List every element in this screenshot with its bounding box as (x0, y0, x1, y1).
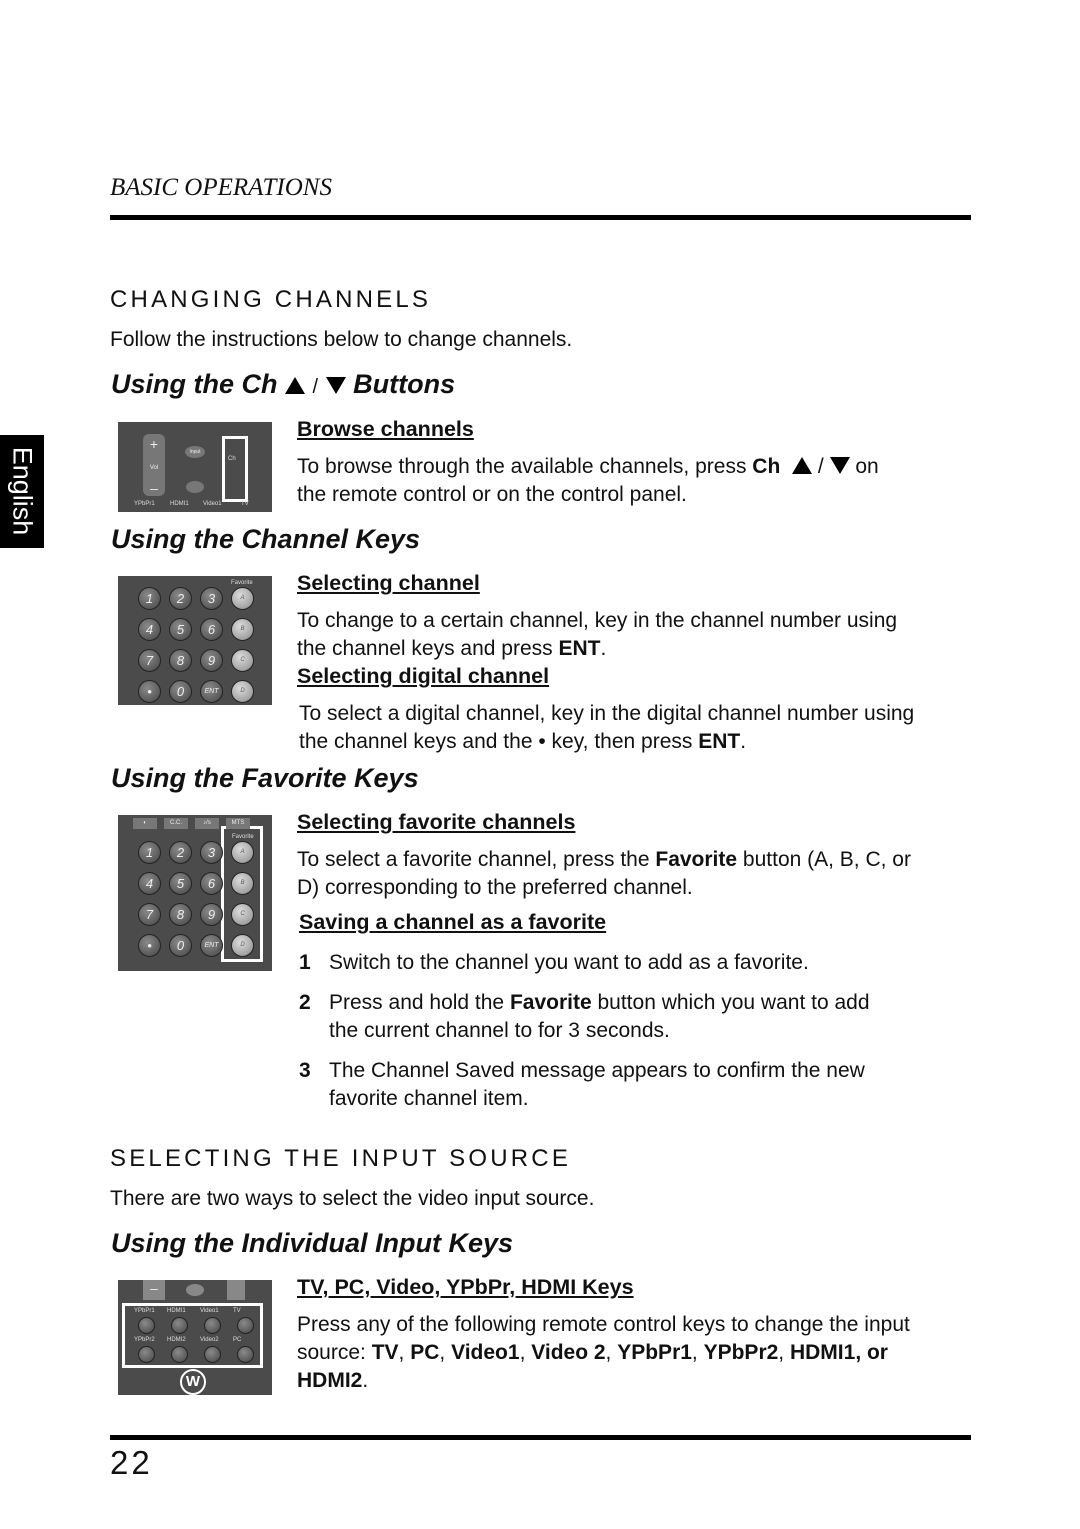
keypad-key: • (138, 934, 161, 957)
down-arrow-icon (829, 457, 850, 474)
input-key (138, 1346, 155, 1363)
input-key (171, 1317, 188, 1334)
input-key-label: Video1 (200, 1308, 219, 1314)
selecting-channel-text: To change to a certain channel, key in t… (297, 609, 898, 660)
keypad-key: 5 (169, 872, 192, 895)
up-arrow-icon (285, 377, 306, 394)
input-key-label: PC (233, 1337, 242, 1343)
keypad-key: A (231, 841, 254, 864)
remote-top-button: ♪/s (195, 818, 219, 829)
input-key (204, 1346, 221, 1363)
keypad-key: 6 (200, 872, 223, 895)
input-key-label: HDMI1 (167, 1308, 186, 1314)
keypad-key: ENT (200, 680, 223, 703)
intro-text: Follow the instructions below to change … (110, 328, 573, 351)
brand-logo: W (180, 1369, 206, 1395)
input-keys-text: Press any of the following remote contro… (297, 1313, 910, 1392)
remote-top-button: MTS (226, 818, 250, 829)
input-key-label: Video2 (200, 1337, 219, 1343)
selecting-favorite-text: To select a favorite channel, press the … (297, 848, 911, 899)
subheading-selecting-digital-channel: Selecting digital channel (297, 664, 550, 688)
input-key-label: YPbPr1 (134, 1308, 155, 1314)
input-key (171, 1346, 188, 1363)
subheading-selecting-channel: Selecting channel (297, 571, 480, 595)
ch-highlight (222, 436, 248, 502)
subheading-saving-favorite: Saving a channel as a favorite (299, 910, 607, 934)
browse-text: To browse through the available channels… (297, 455, 879, 506)
subheading-browse-channels: Browse channels (297, 417, 474, 441)
keypad-key: A (231, 587, 254, 610)
input-key-label: TV (233, 1308, 241, 1314)
input-key-label: YPbPr2 (134, 1337, 155, 1343)
keypad-key: D (231, 680, 254, 703)
remote-image-favorite: Favorite 1 2 3 A 4 5 6 B 7 8 9 C • 0 ENT D ◐ C.C. ♪/s MTS (118, 815, 272, 971)
header-rule (110, 215, 971, 220)
section-header: BASIC OPERATIONS (110, 174, 332, 201)
manual-page: BASIC OPERATIONS English CHANGING CHANNE… (0, 0, 1080, 1529)
section-title-input-source: SELECTING THE INPUT SOURCE (110, 1145, 572, 1172)
saving-steps: 1 Switch to the channel you want to add a… (299, 949, 979, 1113)
heading-channel-keys: Using the Channel Keys (111, 524, 421, 554)
selecting-digital-text: To select a digital channel, key in the … (299, 702, 915, 753)
keypad-key: 4 (138, 618, 161, 641)
keypad-key: 6 (200, 618, 223, 641)
input-key (237, 1317, 254, 1334)
keypad-key: ENT (200, 934, 223, 957)
input-key (237, 1346, 254, 1363)
keypad-key: 0 (169, 680, 192, 703)
keypad-key: B (231, 618, 254, 641)
down-arrow-icon (325, 377, 346, 394)
keypad-key: C (231, 903, 254, 926)
input-key (204, 1317, 221, 1334)
heading-input-keys: Using the Individual Input Keys (111, 1228, 514, 1258)
remote-top-button: ◐ (133, 818, 157, 829)
keypad-key: 5 (169, 618, 192, 641)
keypad-key: C (231, 649, 254, 672)
keypad-key: 9 (200, 649, 223, 672)
keypad-key: 3 (200, 841, 223, 864)
heading-favorite-keys: Using the Favorite Keys (111, 763, 419, 793)
keypad-key: 2 (169, 587, 192, 610)
keypad-key: 1 (138, 841, 161, 864)
input-key (138, 1317, 155, 1334)
keypad-key: 7 (138, 649, 161, 672)
section-title-changing-channels: CHANGING CHANNELS (110, 286, 432, 313)
language-tab: English (0, 435, 44, 548)
page-number: 22 (110, 1444, 153, 1481)
footer-rule (110, 1435, 971, 1440)
keypad-key: 8 (169, 649, 192, 672)
keypad-key: D (231, 934, 254, 957)
language-tab-label: English (7, 446, 38, 536)
keypad-key: B (231, 872, 254, 895)
keypad-key: 8 (169, 903, 192, 926)
input-key-label: HDMI2 (167, 1337, 186, 1343)
heading-ch-buttons: Using the Ch / Buttons (111, 369, 456, 399)
keypad-key: 4 (138, 872, 161, 895)
keypad-key: 2 (169, 841, 192, 864)
input-intro-text: There are two ways to select the video i… (110, 1187, 595, 1210)
up-arrow-icon (791, 457, 812, 474)
step: 3 The Channel Saved message appears to co… (299, 1059, 865, 1110)
remote-top-button: C.C. (164, 818, 188, 829)
keypad-key: 9 (200, 903, 223, 926)
keypad-key: 7 (138, 903, 161, 926)
keypad-key: 1 (138, 587, 161, 610)
remote-image-input: – W YPbPr1 HDMI1 Video1 TV YPbPr2 HDMI2 Video2… (118, 1280, 272, 1395)
step: 1 Switch to the channel you want to add a… (299, 951, 809, 974)
subheading-selecting-favorite: Selecting favorite channels (297, 810, 576, 834)
subheading-input-keys: TV, PC, Video, YPbPr, HDMI Keys (297, 1275, 634, 1299)
keypad-key: 3 (200, 587, 223, 610)
remote-image-ch: + Vol – Input Ch YPbPr1 HDMI1 Video1 TV (118, 422, 272, 512)
remote-image-keypad: Favorite 1 2 3 A 4 5 6 B 7 8 9 C • 0 ENT D (118, 576, 272, 705)
keypad-key: • (138, 680, 161, 703)
keypad-key: 0 (169, 934, 192, 957)
step: 2 Press and hold the Favorite button whic… (299, 991, 870, 1042)
